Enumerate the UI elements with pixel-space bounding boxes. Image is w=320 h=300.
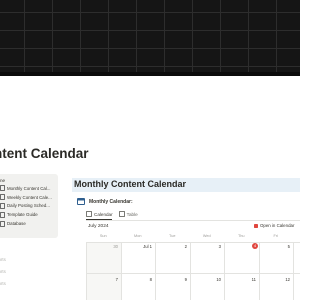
weekday-label: Wed (202, 234, 211, 238)
page-icon (0, 202, 5, 209)
tab-label: Table (126, 211, 138, 217)
page-icon (0, 220, 5, 227)
open-in-calendar-button[interactable]: Open in Calendar (254, 223, 294, 228)
calendar-app-icon (254, 223, 258, 228)
calendar-preview-strip (0, 0, 300, 76)
day-cell-number[interactable]: Jul 1 (122, 244, 152, 249)
today-indicator[interactable]: 4 (252, 243, 258, 249)
toc-item-daily[interactable]: Daily Posting Sched... (0, 202, 58, 211)
toc-item-label: Template Guide (7, 212, 38, 218)
grid-line (224, 242, 225, 300)
toc-item-label: Daily Posting Sched... (7, 203, 50, 209)
day-cell-number[interactable]: 10 (191, 277, 221, 282)
toc-item-label: Weekly Content Cale... (7, 194, 52, 200)
faded-link[interactable]: ports (0, 278, 6, 290)
grid-line (189, 242, 191, 300)
table-of-contents: ne Monthly Content Cal... Weekly Content… (0, 174, 58, 238)
day-cell-number[interactable]: 3 (191, 244, 221, 249)
preview-bottom-edge (0, 72, 300, 76)
open-in-calendar-label: Open in Calendar (260, 223, 295, 228)
view-tabs: Calendar Table (86, 211, 138, 217)
weekday-label: Mon (134, 234, 142, 238)
month-label[interactable]: July 2024 (88, 224, 109, 229)
faded-link[interactable]: ports (0, 266, 6, 278)
toc-item-weekly[interactable]: Weekly Content Cale... (0, 193, 58, 202)
toc-item-label: Monthly Content Cal... (7, 185, 51, 191)
grid-line (258, 242, 260, 300)
day-cell-number[interactable]: 8 (122, 277, 152, 282)
grid-line (86, 242, 87, 300)
calendar-icon (86, 211, 92, 217)
day-cell-number[interactable]: 2 (157, 244, 187, 249)
main-heading: Monthly Content Calendar (74, 179, 186, 189)
weekday-label: Fri (273, 234, 278, 238)
table-icon (118, 211, 125, 217)
main-heading-bar: Monthly Content Calendar (72, 178, 300, 192)
faded-link[interactable]: ports (0, 254, 6, 266)
toc-item-database[interactable]: Database (0, 219, 58, 228)
tab-label: Calendar (94, 211, 113, 217)
weekend-column-bg (86, 242, 121, 300)
weekday-label: Thu (237, 234, 245, 238)
day-cell-number[interactable]: 7 (88, 277, 118, 282)
day-cell-number[interactable]: 5 (260, 244, 290, 249)
toc-item-monthly[interactable]: Monthly Content Cal... (0, 184, 58, 193)
page-icon (0, 194, 5, 201)
grid-line (86, 242, 300, 243)
toc-heading: ne (0, 178, 6, 183)
faded-link-list: ports ports ports (0, 254, 6, 290)
day-cell-number[interactable]: 11 (226, 277, 256, 282)
weekday-label: Sun (99, 234, 107, 238)
calendar-icon (77, 198, 85, 205)
toc-item-template-guide[interactable]: Template Guide (0, 210, 58, 219)
database-title: Monthly Calendar: (89, 198, 133, 205)
grid-line (86, 273, 300, 274)
grid-line (155, 242, 156, 300)
page-icon (0, 185, 5, 192)
page-title: ntent Calendar (0, 146, 89, 161)
weekday-header: Sun Mon Tue Wed Thu Fri (86, 234, 300, 242)
grid-line (120, 242, 122, 300)
day-cell-number[interactable]: 30 (88, 244, 118, 249)
tab-calendar[interactable]: Calendar (86, 211, 113, 217)
page-icon (0, 211, 5, 218)
weekday-label: Tue (169, 234, 176, 238)
toolbar-divider (86, 220, 300, 221)
grid-line (293, 242, 294, 300)
database-title-row[interactable]: Monthly Calendar: (77, 198, 133, 205)
toc-item-label: Database (7, 221, 26, 227)
day-cell-number[interactable]: 9 (157, 277, 187, 282)
day-cell-number[interactable]: 12 (260, 277, 290, 282)
tab-table[interactable]: Table (118, 211, 138, 217)
